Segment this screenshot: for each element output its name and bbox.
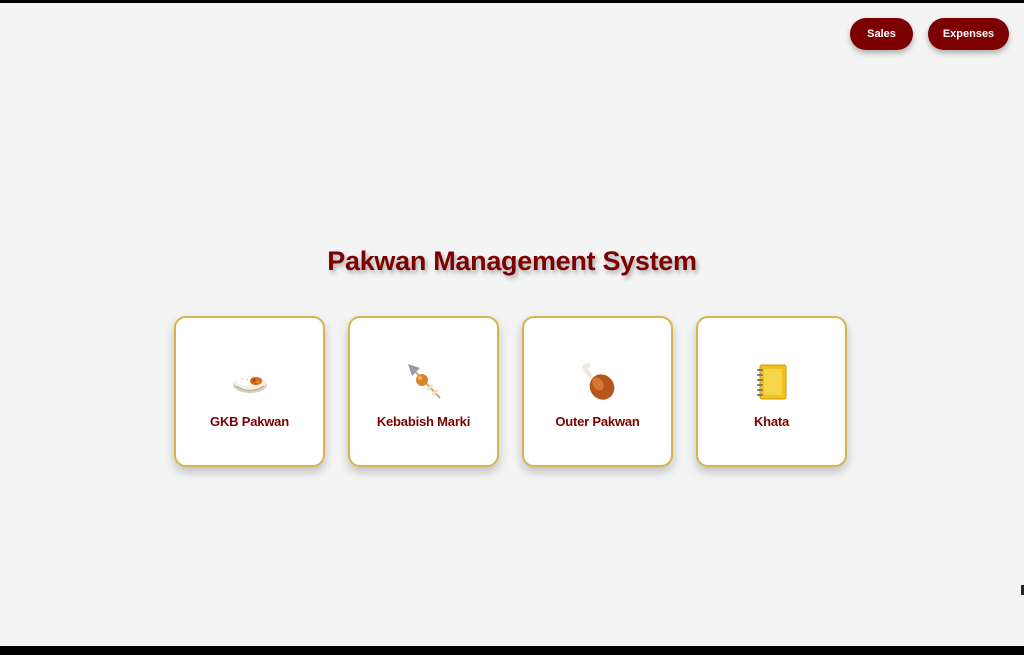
- card-outer-pakwan[interactable]: Outer Pakwan: [522, 316, 673, 467]
- sales-button[interactable]: Sales: [850, 18, 913, 50]
- kebab-skewer-icon: [404, 362, 444, 402]
- module-cards: GKB Pakwan Kebabish Marki Outer Pakwan K…: [174, 316, 847, 467]
- chicken-leg-icon: [578, 362, 618, 402]
- card-label: GKB Pakwan: [210, 414, 289, 429]
- notebook-icon: [755, 362, 789, 402]
- top-nav: Sales Expenses: [850, 18, 1009, 50]
- card-label: Khata: [753, 414, 790, 429]
- card-gkb-pakwan[interactable]: GKB Pakwan: [174, 316, 325, 467]
- card-khata[interactable]: Khata: [696, 316, 847, 467]
- expenses-button[interactable]: Expenses: [928, 18, 1009, 50]
- card-label: Kebabish Marki: [376, 414, 471, 429]
- card-kebabish-marki[interactable]: Kebabish Marki: [348, 316, 499, 467]
- page-title: Pakwan Management System: [327, 246, 697, 276]
- card-label: Outer Pakwan: [555, 414, 640, 429]
- app-page: Sales Expenses Pakwan Management System …: [0, 3, 1024, 646]
- rice-bowl-icon: [232, 362, 268, 402]
